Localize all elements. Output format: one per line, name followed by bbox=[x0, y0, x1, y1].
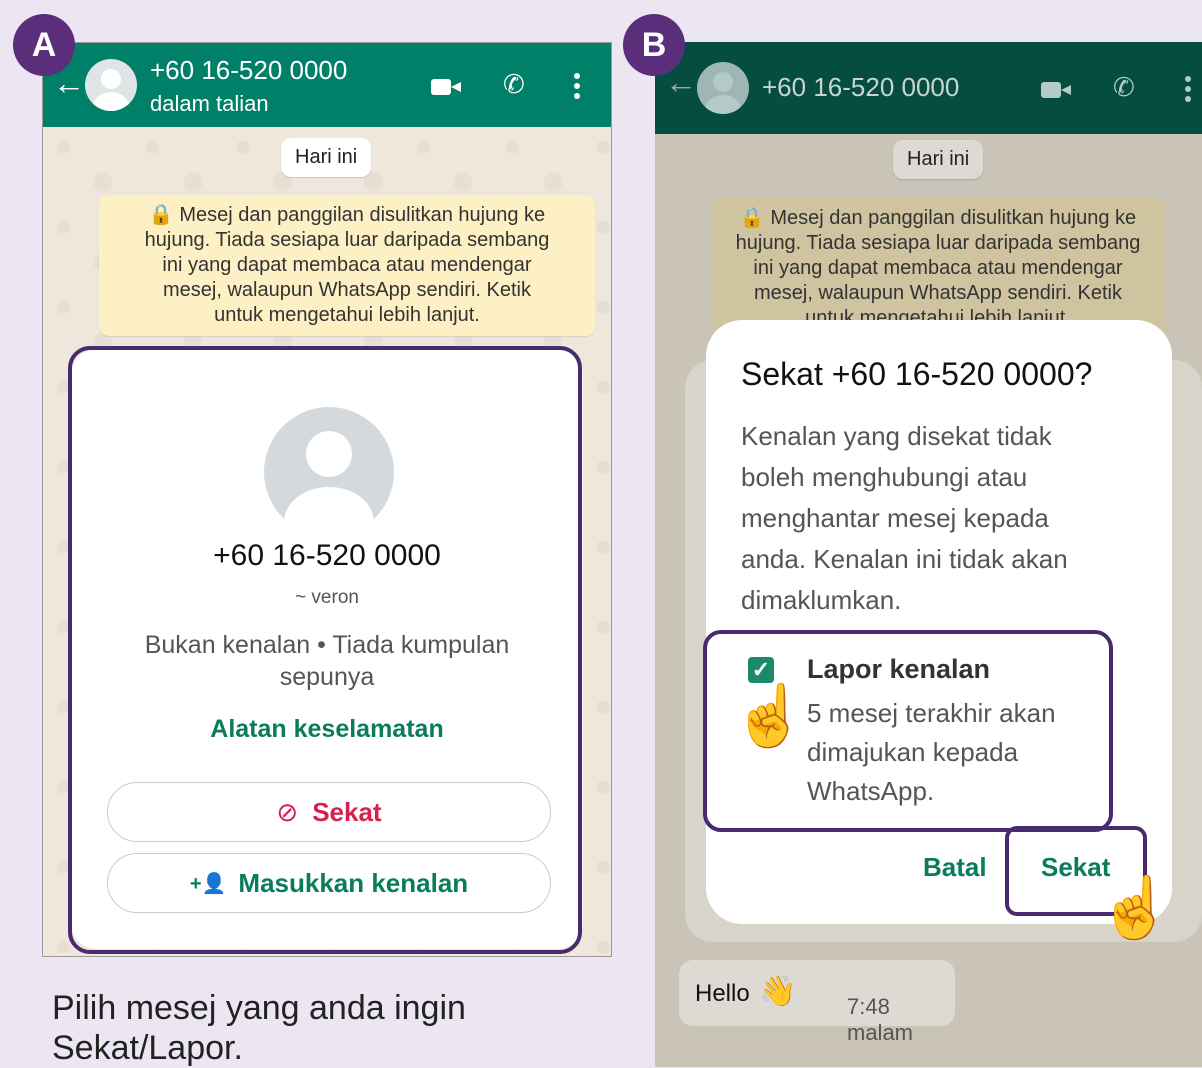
video-call-icon[interactable] bbox=[1041, 82, 1071, 98]
profile-avatar bbox=[264, 407, 394, 537]
online-status: dalam talian bbox=[150, 91, 269, 116]
encryption-notice[interactable]: 🔒 Mesej dan panggilan disulitkan hujung … bbox=[99, 195, 595, 336]
date-chip: Hari ini bbox=[281, 138, 372, 177]
notice-line: untuk mengetahui lebih lanjut. bbox=[214, 304, 480, 326]
notice-line: mesej, walaupun WhatsApp sendiri. Ketik bbox=[754, 282, 1122, 304]
notice-line: hujung. Tiada sesiapa luar daripada semb… bbox=[144, 229, 550, 251]
notice-line: ini yang dapat membaca atau mendengar bbox=[753, 257, 1123, 279]
contact-info-line: sepunya bbox=[279, 663, 375, 691]
caption-line: Sekat/Lapor. bbox=[52, 1029, 243, 1067]
contact-info-card: +60 16-520 0000 ~ veron Bukan kenalan • … bbox=[71, 349, 583, 949]
contact-title[interactable]: +60 16-520 0000 bbox=[762, 72, 959, 103]
block-button[interactable]: ⊘ Sekat bbox=[107, 782, 551, 842]
message-bubble[interactable]: Hello 👋 7:48 malam bbox=[679, 960, 955, 1045]
notice-line: ini yang dapat membaca atau mendengar bbox=[162, 254, 532, 276]
step-badge-a: A bbox=[13, 14, 75, 76]
notice-line: 🔒 Mesej dan panggilan disulitkan hujung … bbox=[739, 207, 1137, 229]
phone-screen-a: ← +60 16-520 0000 dalam talian ✆ Hari in… bbox=[42, 42, 612, 957]
block-dialog: Sekat +60 16-520 0000? Kenalan yang dise… bbox=[706, 320, 1172, 924]
avatar[interactable] bbox=[85, 59, 137, 111]
chat-header: ← +60 16-520 0000 ✆ bbox=[655, 42, 1202, 134]
dialog-title: Sekat +60 16-520 0000? bbox=[741, 356, 1093, 392]
dialog-body-line: boleh menghubungi atau bbox=[741, 462, 1028, 492]
report-line: dimajukan kepada bbox=[807, 737, 1019, 767]
caption-line: Pilih mesej yang anda ingin bbox=[52, 989, 466, 1027]
tap-hand-icon: ☝ bbox=[732, 682, 807, 749]
avatar[interactable] bbox=[697, 62, 749, 114]
contact-info-line: Bukan kenalan • Tiada kumpulan bbox=[144, 631, 510, 659]
report-line: WhatsApp. bbox=[807, 776, 935, 806]
contact-alias: ~ veron bbox=[295, 587, 359, 608]
tap-hand-icon: ☝ bbox=[1098, 874, 1173, 941]
notice-line: 🔒 Mesej dan panggilan disulitkan hujung … bbox=[148, 204, 546, 226]
wave-emoji: 👋 bbox=[759, 975, 797, 1008]
report-line: 5 mesej terakhir akan bbox=[807, 698, 1056, 728]
dialog-body-line: dimaklumkan. bbox=[741, 585, 902, 615]
report-title: Lapor kenalan bbox=[807, 654, 991, 684]
phone-call-icon[interactable]: ✆ bbox=[503, 69, 525, 100]
date-chip: Hari ini bbox=[893, 140, 984, 179]
add-contact-label: Masukkan kenalan bbox=[238, 867, 469, 898]
contact-number: +60 16-520 0000 bbox=[213, 539, 441, 572]
report-description: 5 mesej terakhir akan dimajukan kepada W… bbox=[807, 694, 1056, 811]
contact-title[interactable]: +60 16-520 0000 bbox=[150, 55, 347, 86]
dialog-body-line: Kenalan yang disekat tidak bbox=[741, 421, 1052, 451]
step-badge-b: B bbox=[623, 14, 685, 76]
message-text: Hello bbox=[695, 980, 750, 1007]
dialog-body: Kenalan yang disekat tidak boleh menghub… bbox=[741, 416, 1068, 621]
block-icon: ⊘ bbox=[276, 796, 299, 827]
add-contact-icon: +👤 bbox=[189, 872, 227, 895]
add-contact-button[interactable]: +👤 Masukkan kenalan bbox=[107, 853, 551, 913]
cancel-button[interactable]: Batal bbox=[923, 852, 987, 883]
more-options-icon[interactable] bbox=[574, 73, 580, 103]
dialog-body-line: menghantar mesej kepada bbox=[741, 503, 1049, 533]
notice-line: mesej, walaupun WhatsApp sendiri. Ketik bbox=[163, 279, 531, 301]
notice-line: hujung. Tiada sesiapa luar daripada semb… bbox=[735, 232, 1141, 254]
block-label: Sekat bbox=[312, 796, 382, 827]
phone-call-icon[interactable]: ✆ bbox=[1113, 72, 1135, 103]
more-options-icon[interactable] bbox=[1185, 76, 1191, 106]
instruction-caption: Pilih mesej yang anda ingin Sekat/Lapor. bbox=[52, 988, 572, 1068]
message-time: 7:48 malam bbox=[847, 994, 914, 1045]
dialog-body-line: anda. Kenalan ini tidak akan bbox=[741, 544, 1068, 574]
video-call-icon[interactable] bbox=[431, 79, 461, 95]
chat-header: ← +60 16-520 0000 dalam talian ✆ bbox=[43, 43, 611, 127]
safety-tools-link[interactable]: Alatan keselamatan bbox=[71, 715, 583, 744]
